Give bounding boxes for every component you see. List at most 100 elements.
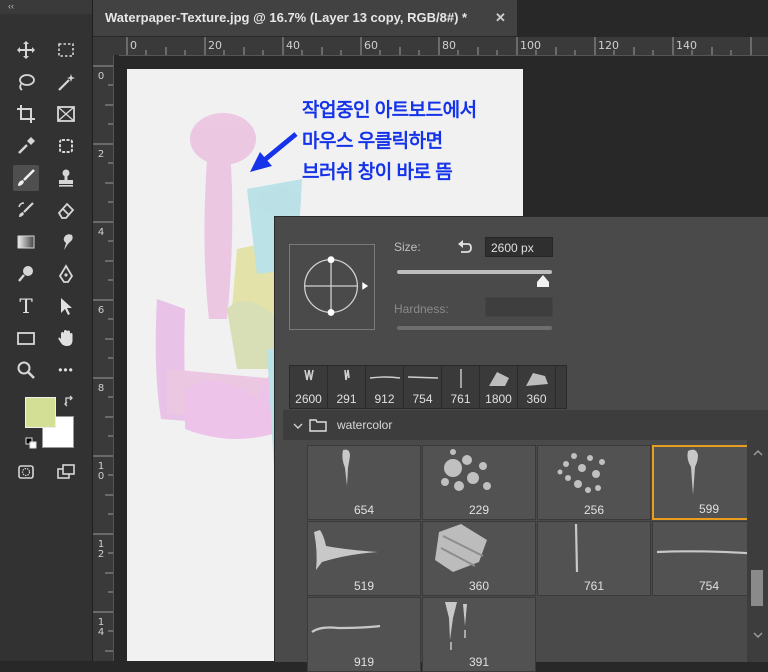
recent-brush[interactable]: 754: [404, 366, 442, 408]
annotation-line: 작업중인 아트보드에서: [302, 100, 477, 121]
screen-mode-toggle[interactable]: [53, 459, 79, 485]
brush-list-scrollbar[interactable]: [747, 410, 768, 662]
brush-preset[interactable]: 654: [307, 445, 421, 520]
arrow-icon: [61, 298, 72, 315]
brush-angle-icon: [304, 256, 369, 316]
smudge-icon: [63, 234, 73, 250]
brush-size-label: 391: [468, 655, 490, 669]
recent-brush[interactable]: 360: [518, 366, 556, 408]
hardness-slider[interactable]: [397, 326, 552, 330]
brush-thumbnail-icon: [311, 624, 381, 633]
lasso-tool[interactable]: [13, 69, 39, 95]
pen-tool[interactable]: [53, 261, 79, 287]
size-slider[interactable]: [397, 270, 552, 274]
recent-brush[interactable]: 291: [328, 366, 366, 408]
more-tools[interactable]: •••: [53, 357, 79, 383]
path-select-tool[interactable]: [53, 293, 79, 319]
slider-handle-icon[interactable]: [536, 274, 550, 288]
ruler-label: 8: [96, 384, 106, 394]
brush-thumbnail-icon: [526, 373, 548, 386]
vertical-ruler[interactable]: 0 2 4 6 8 10 12 14: [93, 55, 114, 661]
swap-colors-icon[interactable]: [64, 395, 76, 407]
dodge-tool[interactable]: [13, 261, 39, 287]
hardness-label: Hardness:: [394, 302, 449, 316]
zoom-tool[interactable]: [13, 357, 39, 383]
brush-folder-row[interactable]: watercolor: [283, 410, 747, 440]
rectangle-icon: [17, 332, 35, 345]
recent-brush[interactable]: 1800: [480, 366, 518, 408]
recent-brush[interactable]: 761: [442, 366, 480, 408]
recent-brush[interactable]: 912: [366, 366, 404, 408]
brush-tool[interactable]: [13, 165, 39, 191]
shape-tool[interactable]: [13, 325, 39, 351]
hardness-input[interactable]: [485, 297, 553, 317]
ruler-label: 80: [442, 39, 456, 52]
horizontal-ruler[interactable]: 0 20 40 60 80 100 120 140: [119, 37, 768, 56]
recent-brush[interactable]: 2600: [290, 366, 328, 408]
ruler-label: 100: [520, 39, 541, 52]
ruler-label-text: 6: [97, 305, 105, 316]
smudge-tool[interactable]: [53, 229, 79, 255]
folder-name: watercolor: [337, 418, 393, 432]
brush-thumbnail-icon: [342, 449, 350, 486]
document-tab-bar: Waterpaper-Texture.jpg @ 16.7% (Layer 13…: [93, 0, 768, 36]
magic-wand-icon: [58, 74, 75, 91]
ruler-label-text: 4: [97, 227, 105, 238]
type-tool[interactable]: T: [13, 293, 39, 319]
brush-preset[interactable]: 519: [307, 521, 421, 596]
ruler-label: 140: [676, 39, 697, 52]
brush-preset[interactable]: 761: [537, 521, 651, 596]
ruler-label-text: 2: [97, 149, 105, 160]
ruler-label: 2: [96, 150, 106, 160]
document-tab[interactable]: Waterpaper-Texture.jpg @ 16.7% (Layer 13…: [93, 0, 517, 36]
foreground-color-swatch[interactable]: [25, 397, 56, 428]
crop-tool[interactable]: [13, 101, 39, 127]
chevron-down-icon[interactable]: [753, 630, 763, 640]
collapse-toggle[interactable]: ‹‹: [0, 0, 92, 14]
ruler-label: 14: [96, 618, 106, 638]
recent-brush-size: 761: [450, 392, 471, 406]
brush-size-label: 256: [583, 503, 605, 517]
quick-mask-toggle[interactable]: [13, 459, 39, 485]
healing-tool[interactable]: [53, 133, 79, 159]
chevron-up-icon[interactable]: [753, 448, 763, 458]
frame-tool[interactable]: [53, 101, 79, 127]
brush-size-label: 360: [468, 579, 490, 593]
eraser-tool[interactable]: [53, 197, 79, 223]
screen-mode-icon: [57, 464, 75, 479]
brush-thumbnail-icon: [304, 369, 314, 381]
ruler-label: 10: [96, 462, 106, 482]
brush-preset[interactable]: 229: [422, 445, 536, 520]
magic-wand-tool[interactable]: [53, 69, 79, 95]
default-colors-icon[interactable]: [25, 437, 37, 449]
brush-thumbnail-icon: [314, 530, 378, 570]
recent-brush-size: 2600: [295, 392, 322, 406]
eyedropper-tool[interactable]: [13, 133, 39, 159]
ruler-label: 60: [364, 39, 378, 52]
brush-size-label: 761: [583, 579, 605, 593]
reset-icon[interactable]: [456, 238, 474, 256]
brush-size-label: 654: [353, 503, 375, 517]
history-brush-tool[interactable]: [13, 197, 39, 223]
history-brush-icon: [18, 202, 34, 217]
marquee-tool[interactable]: [53, 37, 79, 63]
scrollbar-thumb[interactable]: [751, 570, 763, 606]
annotation-arrow: [250, 132, 298, 172]
gradient-icon: [17, 235, 35, 249]
pen-icon: [58, 264, 74, 283]
move-tool[interactable]: [13, 37, 39, 63]
size-input[interactable]: 2600 px: [485, 237, 553, 257]
brush-thumbnail-icon: [557, 453, 605, 493]
close-icon[interactable]: ✕: [495, 0, 506, 36]
ruler-label: 0: [130, 39, 137, 52]
stamp-tool[interactable]: [53, 165, 79, 191]
brush-angle-preview[interactable]: [289, 244, 375, 330]
tools-panel: ‹‹ T •••: [0, 0, 93, 661]
crop-icon: [17, 105, 35, 123]
brush-preset[interactable]: 256: [537, 445, 651, 520]
gradient-tool[interactable]: [13, 229, 39, 255]
brush-preset[interactable]: 360: [422, 521, 536, 596]
hand-tool[interactable]: [53, 325, 79, 351]
ruler-label-text: 12: [97, 539, 105, 560]
type-icon: T: [19, 294, 33, 318]
